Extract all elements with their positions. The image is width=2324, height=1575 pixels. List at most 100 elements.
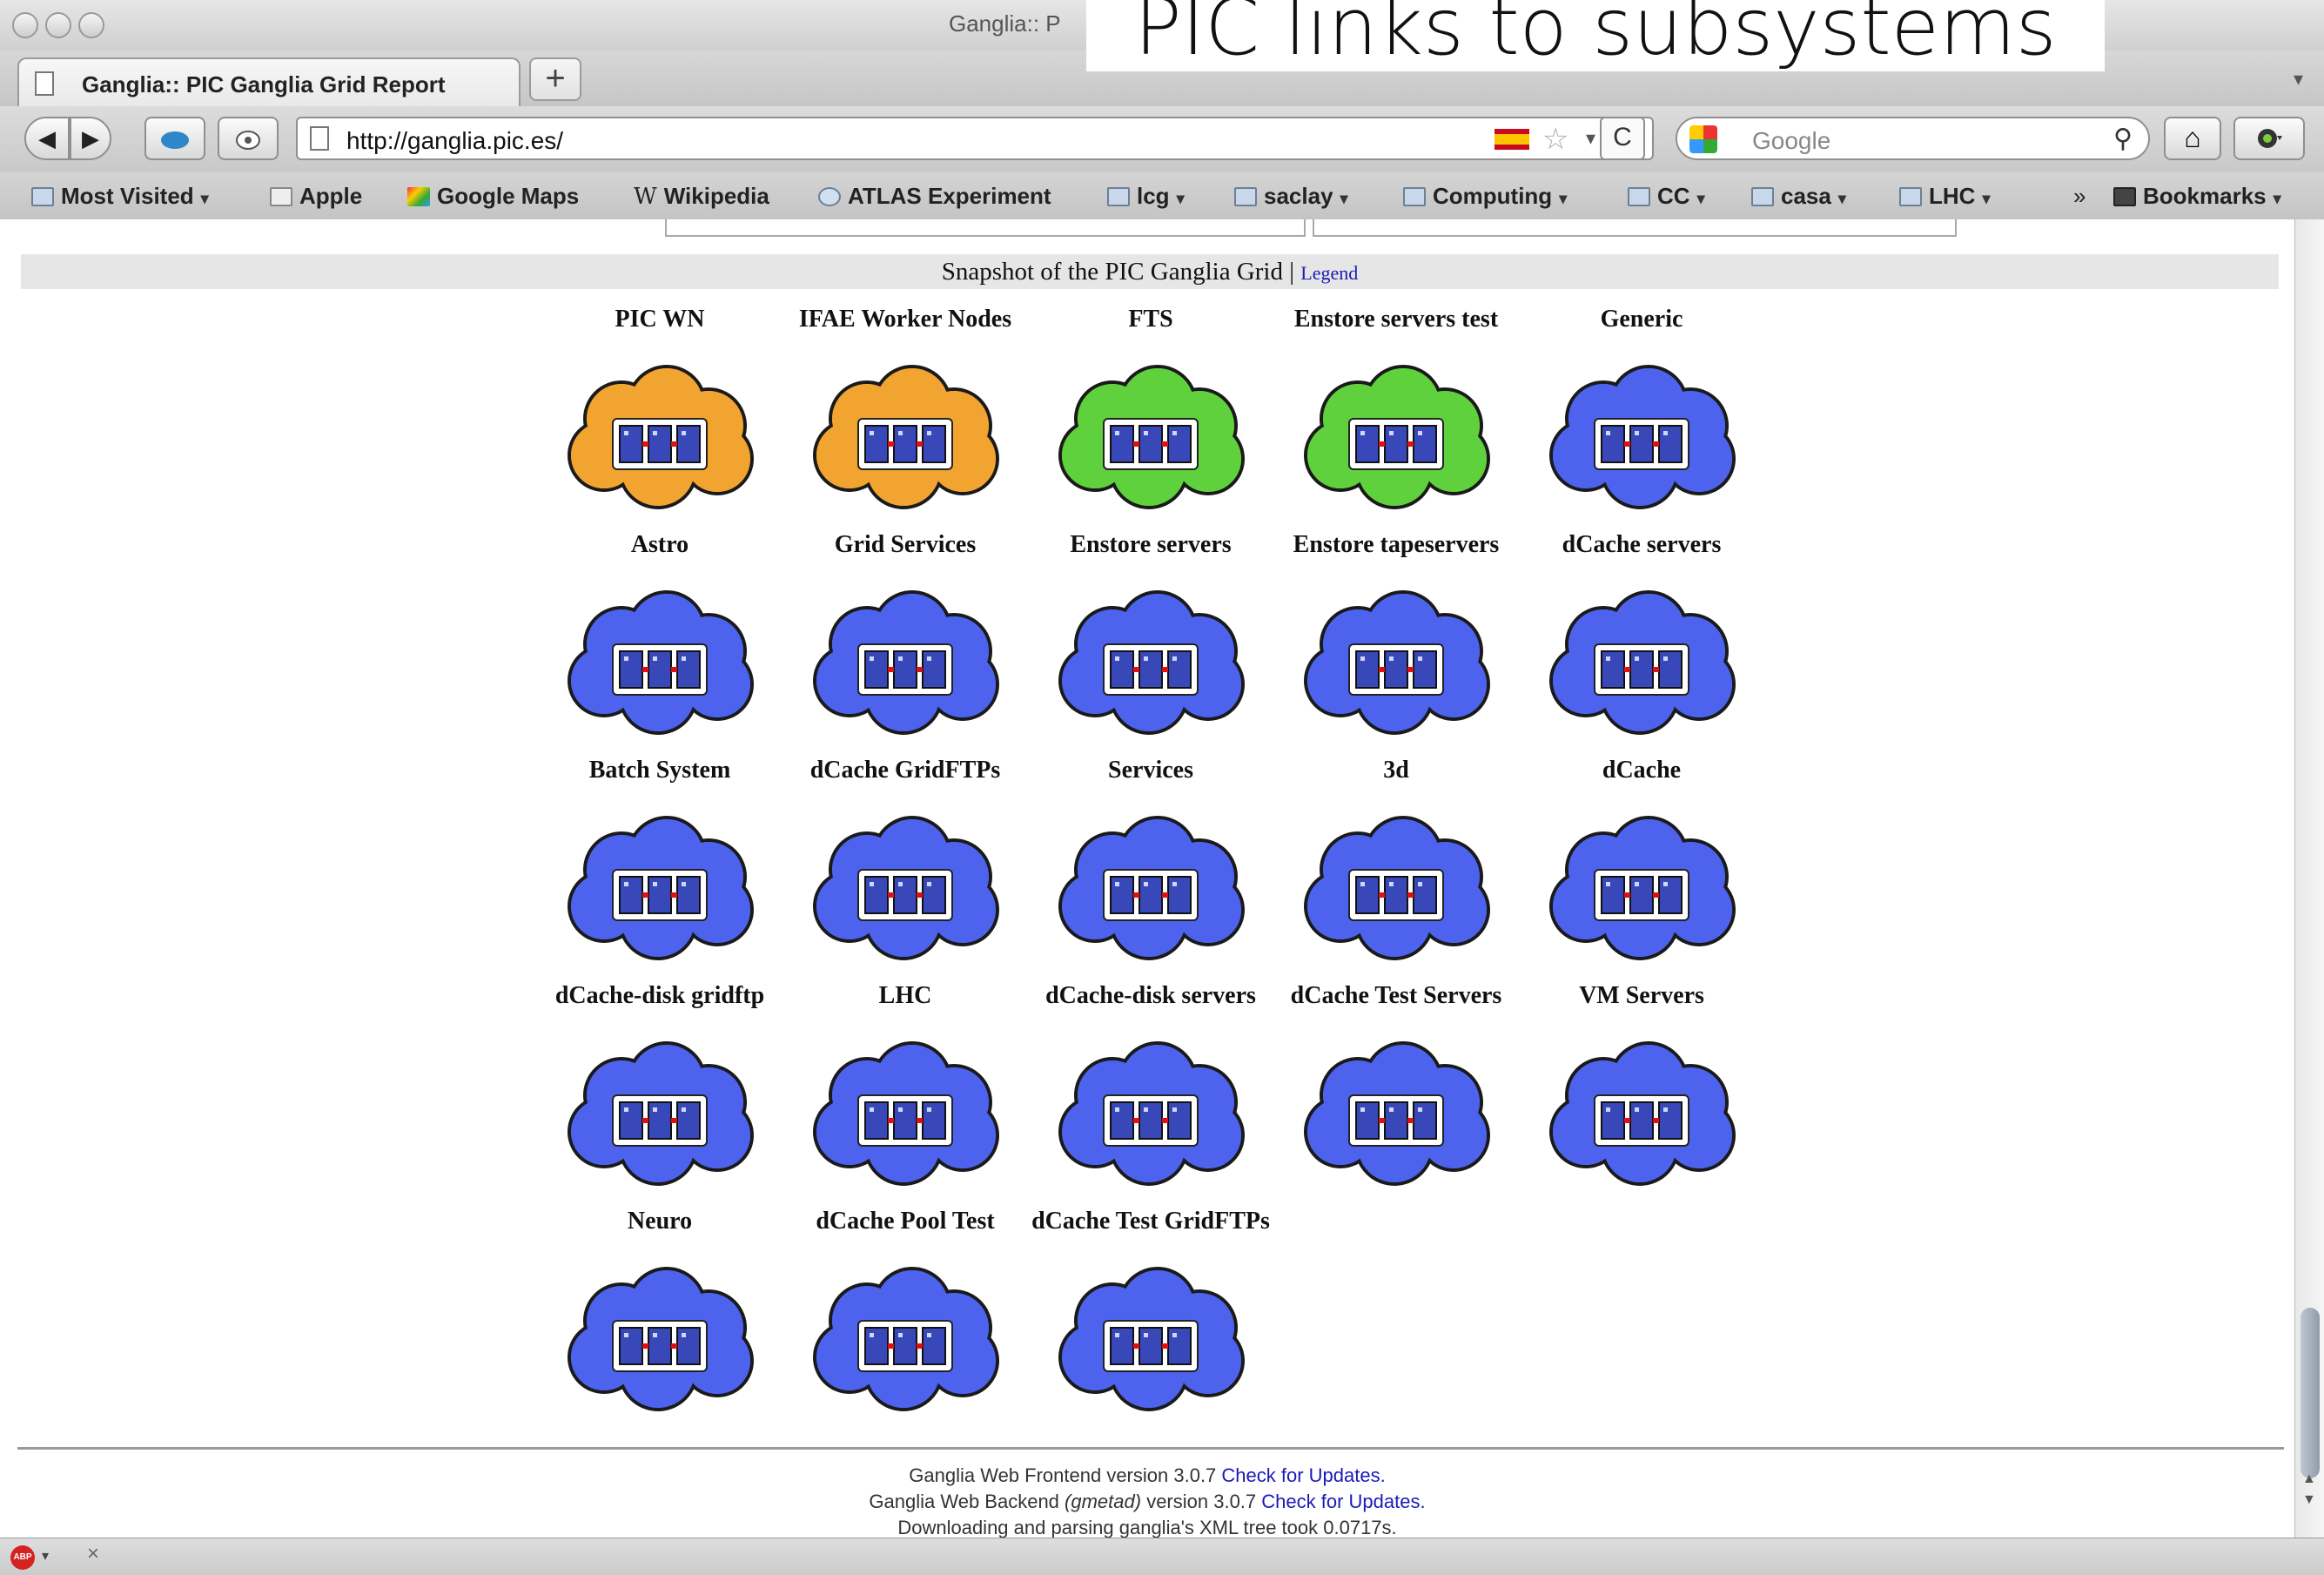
home-button[interactable]: ⌂ <box>2164 117 2221 160</box>
bookmark-folder-casa[interactable]: casa ▾ <box>1751 183 1846 210</box>
cluster-cloud-icon[interactable] <box>1051 365 1250 511</box>
tab-ganglia-report[interactable]: Ganglia:: PIC Ganglia Grid Report <box>17 57 521 106</box>
search-icon[interactable]: ⚲ <box>2113 124 2133 154</box>
back-button[interactable]: ◀ <box>24 117 70 160</box>
bookmark-most-visited[interactable]: Most Visited ▾ <box>31 183 209 210</box>
history-button[interactable] <box>218 117 279 160</box>
close-icon[interactable]: × <box>87 1542 99 1566</box>
cluster-cloud-icon[interactable] <box>561 365 759 511</box>
cluster-item[interactable]: dCache Pool Test <box>783 1204 1028 1430</box>
vertical-scrollbar[interactable]: ▲ ▼ <box>2294 219 2324 1538</box>
cluster-cloud-icon[interactable] <box>1297 1041 1495 1188</box>
cluster-item[interactable]: PIC WN <box>537 302 783 528</box>
legend-link[interactable]: Legend <box>1300 262 1358 284</box>
url-text[interactable]: http://ganglia.pic.es/ <box>346 127 563 155</box>
cluster-item[interactable]: Services <box>1028 753 1273 979</box>
cluster-cloud-icon[interactable] <box>1542 590 1741 737</box>
cluster-item[interactable]: Neuro <box>537 1204 783 1430</box>
bookmark-folder-lhc[interactable]: LHC ▾ <box>1899 183 1990 210</box>
minimize-window-button[interactable] <box>45 12 71 38</box>
cluster-name: LHC <box>878 982 932 1009</box>
url-history-dropdown-icon[interactable]: ▾ <box>1586 127 1595 150</box>
bookmark-google-maps[interactable]: Google Maps <box>407 183 579 210</box>
cluster-item[interactable]: LHC <box>783 979 1028 1204</box>
cluster-cloud-icon[interactable] <box>1297 590 1495 737</box>
cluster-cloud-icon[interactable] <box>1297 365 1495 511</box>
bookmark-folder-lcg[interactable]: lcg ▾ <box>1107 183 1185 210</box>
cluster-item[interactable]: 3d <box>1273 753 1519 979</box>
cluster-item[interactable]: dCache <box>1519 753 1764 979</box>
cluster-item[interactable]: FTS <box>1028 302 1273 528</box>
adblock-dropdown-icon[interactable]: ▾ <box>42 1547 49 1565</box>
bookmark-wikipedia[interactable]: W Wikipedia <box>634 183 769 210</box>
cluster-item[interactable]: Grid Services <box>783 528 1028 753</box>
bookmark-atlas[interactable]: ATLAS Experiment <box>818 183 1051 210</box>
cluster-cloud-icon[interactable] <box>1051 816 1250 962</box>
frontend-check-updates-link[interactable]: Check for Updates. <box>1221 1464 1385 1486</box>
cluster-cloud-icon[interactable] <box>806 816 1004 962</box>
cluster-cloud-icon[interactable] <box>561 1041 759 1188</box>
cluster-item[interactable]: dCache GridFTPs <box>783 753 1028 979</box>
bookmark-apple[interactable]: Apple <box>270 183 362 210</box>
tab-list-arrow-icon[interactable]: ▾ <box>2294 68 2303 91</box>
bookmark-label: Google Maps <box>437 183 580 209</box>
cluster-cloud-icon[interactable] <box>1051 1267 1250 1413</box>
cluster-item[interactable]: Enstore tapeservers <box>1273 528 1519 753</box>
cluster-cloud-icon[interactable] <box>1542 1041 1741 1188</box>
bookmark-folder-computing[interactable]: Computing ▾ <box>1403 183 1567 210</box>
cluster-cloud-icon[interactable] <box>806 590 1004 737</box>
cluster-cloud-icon[interactable] <box>1542 816 1741 962</box>
bookmark-folder-saclay[interactable]: saclay ▾ <box>1234 183 1348 210</box>
cluster-cloud-icon[interactable] <box>1051 590 1250 737</box>
cluster-item[interactable]: Enstore servers <box>1028 528 1273 753</box>
cluster-item[interactable]: dCache-disk gridftp <box>537 979 783 1204</box>
spain-flag-icon <box>1494 129 1529 150</box>
cluster-name: dCache <box>1602 757 1682 784</box>
back-arrow-icon: ◀ <box>38 125 56 151</box>
reload-button[interactable]: C <box>1600 117 1645 160</box>
cluster-item[interactable]: Batch System <box>537 753 783 979</box>
cluster-item[interactable]: Generic <box>1519 302 1764 528</box>
cluster-cloud-icon[interactable] <box>561 590 759 737</box>
cluster-name: Services <box>1108 757 1193 784</box>
cluster-item[interactable]: Astro <box>537 528 783 753</box>
bookmark-star-icon[interactable]: ☆ <box>1542 122 1568 157</box>
bookmark-folder-cc[interactable]: CC ▾ <box>1628 183 1705 210</box>
cluster-cloud-icon[interactable] <box>806 1041 1004 1188</box>
scroll-up-arrow-icon[interactable]: ▲ <box>2302 1471 2316 1487</box>
cluster-name: dCache GridFTPs <box>809 757 1001 784</box>
page-footer: Ganglia Web Frontend version 3.0.7 Check… <box>0 1463 2294 1541</box>
backend-check-updates-link[interactable]: Check for Updates. <box>1261 1491 1425 1512</box>
cluster-cloud-icon[interactable] <box>1051 1041 1250 1188</box>
addon-menu-button[interactable] <box>2233 117 2305 160</box>
cluster-cloud-icon[interactable] <box>1542 365 1741 511</box>
scrollbar-thumb[interactable] <box>2300 1308 2320 1478</box>
adblock-icon[interactable]: ABP <box>10 1545 35 1570</box>
sidebar-toggle-button[interactable] <box>144 117 205 160</box>
cluster-cloud-icon[interactable] <box>561 1267 759 1413</box>
cluster-cloud-icon[interactable] <box>1297 816 1495 962</box>
cluster-cloud-icon[interactable] <box>806 365 1004 511</box>
bookmarks-overflow-chevron-icon[interactable]: » <box>2073 183 2086 210</box>
folder-icon <box>1628 187 1650 206</box>
cluster-item[interactable]: dCache-disk servers <box>1028 979 1273 1204</box>
scroll-down-arrow-icon[interactable]: ▼ <box>2302 1492 2316 1508</box>
cluster-item[interactable]: dCache Test GridFTPs <box>1028 1204 1273 1430</box>
cluster-item[interactable]: dCache servers <box>1519 528 1764 753</box>
cluster-item[interactable]: Enstore servers test <box>1273 302 1519 528</box>
cluster-cloud-icon[interactable] <box>806 1267 1004 1413</box>
cluster-name: dCache Pool Test <box>816 1208 995 1235</box>
cluster-item[interactable]: VM Servers <box>1519 979 1764 1204</box>
bookmarks-menu-button[interactable]: Bookmarks ▾ <box>2113 183 2281 210</box>
google-engine-icon[interactable] <box>1689 125 1717 153</box>
url-bar[interactable]: http://ganglia.pic.es/ ☆ ▾ <box>296 117 1654 160</box>
search-placeholder[interactable]: Google <box>1752 127 1830 155</box>
cluster-item[interactable]: dCache Test Servers <box>1273 979 1519 1204</box>
new-tab-button[interactable]: + <box>529 57 581 101</box>
cluster-item[interactable]: IFAE Worker Nodes <box>783 302 1028 528</box>
search-bar[interactable]: Google ⚲ <box>1676 117 2150 160</box>
close-window-button[interactable] <box>12 12 38 38</box>
forward-button[interactable]: ▶ <box>70 117 111 160</box>
cluster-cloud-icon[interactable] <box>561 816 759 962</box>
zoom-window-button[interactable] <box>78 12 104 38</box>
